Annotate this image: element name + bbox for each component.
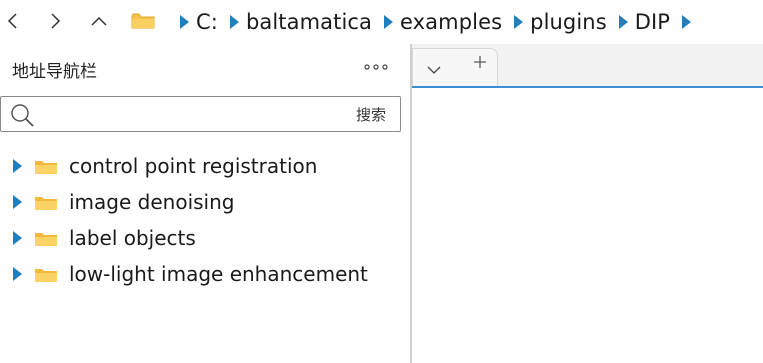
breadcrumb-separator-icon[interactable] (514, 15, 524, 29)
search-icon (11, 104, 34, 127)
search-box: 搜索 (0, 96, 401, 132)
search-button[interactable]: 搜索 (356, 104, 386, 125)
forward-button[interactable] (42, 8, 68, 34)
breadcrumb-separator-icon[interactable] (384, 15, 393, 29)
breadcrumb-expand-icon[interactable] (682, 15, 692, 29)
tab-strip (412, 44, 763, 86)
breadcrumb-separator-icon[interactable] (229, 15, 239, 29)
tree-item-control-point-registration[interactable]: control point registration (0, 148, 410, 184)
breadcrumb-segment-dip[interactable]: DIP (618, 10, 682, 34)
folder-icon (35, 197, 57, 210)
breadcrumb: C: baltamatica examples plugins DIP (180, 0, 692, 44)
address-navigation-panel: 地址导航栏 搜索 control point registration imag… (0, 44, 410, 363)
more-horizontal-icon (364, 64, 388, 70)
folder-location-button[interactable] (130, 8, 156, 34)
tree-item-label: label objects (69, 226, 196, 250)
expand-arrow-icon[interactable] (13, 195, 22, 209)
panel-header: 地址导航栏 (0, 44, 410, 90)
tree-item-label-objects[interactable]: label objects (0, 220, 410, 256)
tree-item-label: low-light image enhancement (69, 262, 368, 286)
folder-icon (35, 233, 57, 246)
breadcrumb-label: plugins (530, 10, 607, 34)
breadcrumb-label: DIP (634, 10, 671, 34)
tree-item-image-denoising[interactable]: image denoising (0, 184, 410, 220)
editor-area (412, 44, 763, 363)
breadcrumb-separator-icon[interactable] (618, 15, 628, 29)
expand-arrow-icon[interactable] (13, 159, 22, 173)
chevron-left-icon (7, 13, 17, 29)
folder-icon (131, 13, 155, 29)
search-input[interactable] (41, 101, 335, 129)
panel-title: 地址导航栏 (12, 62, 97, 82)
folder-tree: control point registration image denoisi… (0, 148, 410, 292)
breadcrumb-segment-plugins[interactable]: plugins (514, 10, 619, 34)
breadcrumb-segment-drive[interactable]: C: (180, 10, 230, 34)
folder-icon (35, 161, 57, 174)
folder-icon (35, 269, 57, 282)
breadcrumb-segment-examples[interactable]: examples (384, 10, 514, 34)
more-options-button[interactable] (362, 56, 390, 78)
chevron-right-icon (51, 13, 61, 29)
up-button[interactable] (86, 8, 112, 34)
tree-item-label: image denoising (69, 190, 235, 214)
expand-arrow-icon[interactable] (13, 267, 22, 281)
expand-arrow-icon[interactable] (13, 231, 22, 245)
address-toolbar: C: baltamatica examples plugins DIP (0, 0, 763, 44)
tab-active-indicator (412, 86, 763, 88)
chevron-up-icon (91, 16, 107, 26)
breadcrumb-separator-icon[interactable] (180, 15, 189, 29)
tree-item-low-light-image-enhancement[interactable]: low-light image enhancement (0, 256, 410, 292)
breadcrumb-segment-baltamatica[interactable]: baltamatica (229, 10, 384, 34)
breadcrumb-label: examples (400, 10, 503, 34)
back-button[interactable] (0, 8, 26, 34)
tree-item-label: control point registration (69, 154, 318, 178)
plus-icon[interactable] (472, 53, 488, 71)
breadcrumb-label: baltamatica (245, 10, 372, 34)
chevron-down-icon[interactable] (425, 61, 443, 79)
breadcrumb-label: C: (196, 10, 218, 34)
